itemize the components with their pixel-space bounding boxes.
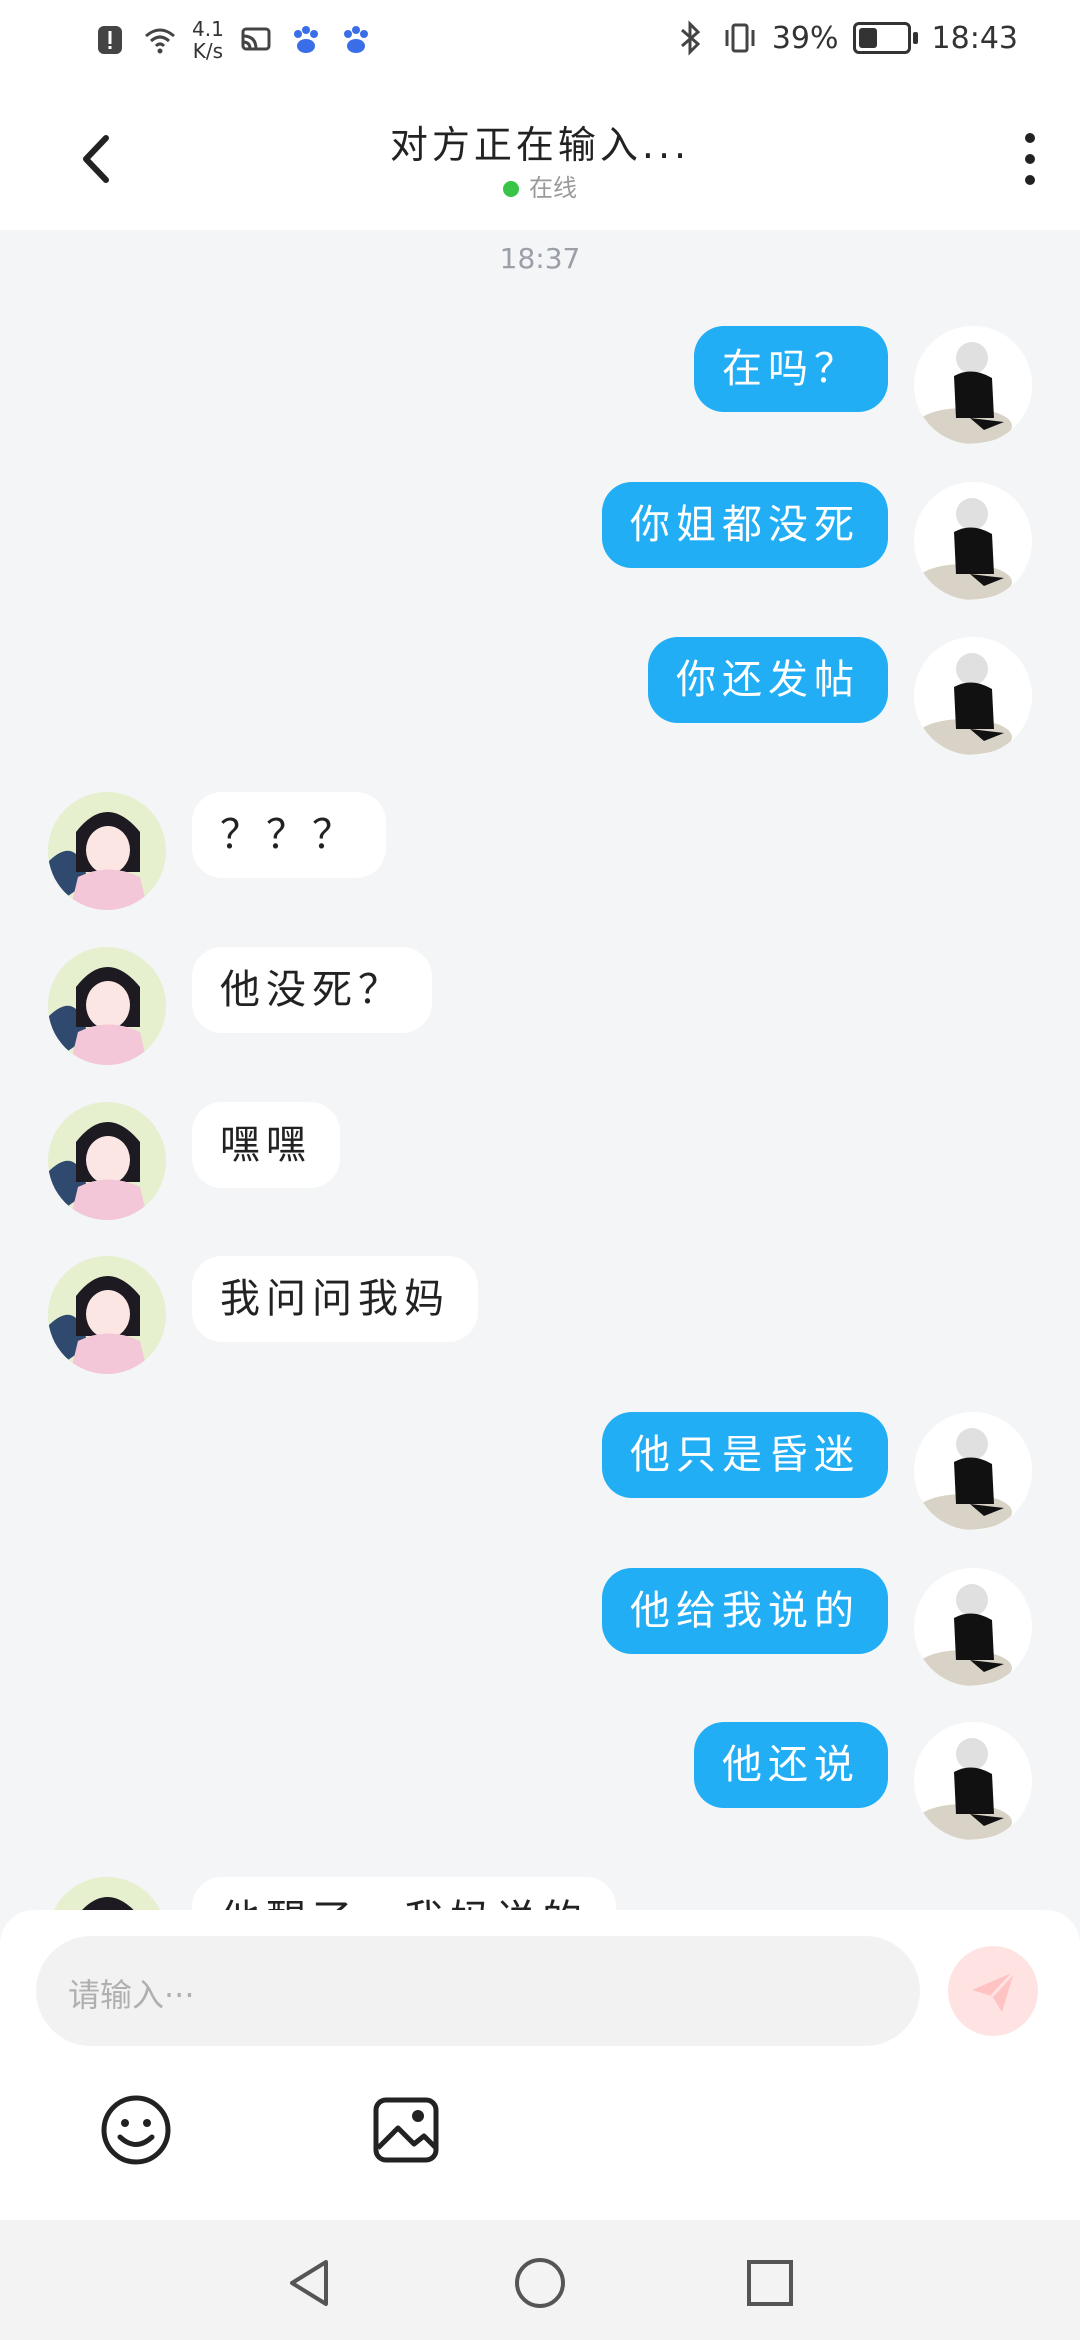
anime-avatar-icon xyxy=(914,482,1032,600)
message-bubble[interactable]: 他没死？ xyxy=(192,947,432,1033)
chat-area[interactable]: 18:37 在吗？ 你姐都没死 你还发帖 ？？？ 他没死？ 嘿嘿 我问问我妈 他… xyxy=(0,230,1080,1910)
battery-percent: 39% xyxy=(771,20,839,56)
contact-avatar[interactable] xyxy=(48,1877,166,1910)
message-bubble[interactable]: 他只是昏迷 xyxy=(602,1412,888,1498)
anime-avatar-icon xyxy=(914,1412,1032,1530)
status-bar: 4.1 K/s 39% 18:43 xyxy=(0,0,1080,86)
message-row: 他只是昏迷 xyxy=(0,1412,1080,1536)
input-placeholder: 请输入··· xyxy=(68,1976,195,2014)
contact-avatar[interactable] xyxy=(48,947,166,1065)
anime-avatar-icon xyxy=(914,1568,1032,1686)
image-icon[interactable] xyxy=(366,2090,446,2170)
my-avatar[interactable] xyxy=(914,1722,1032,1840)
message-bubble[interactable]: 在吗？ xyxy=(694,326,888,412)
contact-avatar[interactable] xyxy=(48,792,166,910)
network-speed: 4.1 K/s xyxy=(192,17,224,63)
contact-avatar[interactable] xyxy=(48,1102,166,1220)
my-avatar[interactable] xyxy=(914,482,1032,600)
online-label: 在线 xyxy=(529,174,577,202)
nav-back-icon[interactable] xyxy=(274,2248,344,2318)
contact-avatar[interactable] xyxy=(48,1256,166,1374)
my-avatar[interactable] xyxy=(914,637,1032,755)
message-composer: 请输入··· xyxy=(0,1910,1080,2220)
message-bubble[interactable]: 他还说 xyxy=(694,1722,888,1808)
anime-girl-avatar-icon xyxy=(48,947,166,1065)
anime-girl-avatar-icon xyxy=(48,1256,166,1374)
battery-icon xyxy=(852,22,918,54)
more-options-icon[interactable] xyxy=(1010,124,1050,194)
nav-home-icon[interactable] xyxy=(505,2248,575,2318)
chat-title: 对方正在输入... xyxy=(389,123,691,167)
message-bubble[interactable]: ？？？ xyxy=(192,792,386,878)
wifi-icon xyxy=(145,28,175,54)
message-row: 在吗？ xyxy=(0,326,1080,450)
alert-icon xyxy=(98,26,122,54)
message-input[interactable]: 请输入··· xyxy=(36,1936,920,2046)
vibrate-icon xyxy=(725,23,755,53)
my-avatar[interactable] xyxy=(914,326,1032,444)
anime-girl-avatar-icon xyxy=(48,792,166,910)
status-right: 39% 18:43 xyxy=(672,20,1018,56)
message-bubble[interactable]: 你姐都没死 xyxy=(602,482,888,568)
message-bubble[interactable]: 我问问我妈 xyxy=(192,1256,478,1342)
message-row: 嘿嘿 xyxy=(0,1102,1080,1226)
online-status: 在线 xyxy=(0,168,1080,203)
anime-girl-avatar-icon xyxy=(48,1102,166,1220)
emoji-icon[interactable] xyxy=(96,2090,176,2170)
cast-icon xyxy=(241,27,271,51)
nav-recents-icon[interactable] xyxy=(735,2248,805,2318)
message-bubble[interactable]: 你还发帖 xyxy=(648,637,888,723)
message-row: 他还说 xyxy=(0,1722,1080,1846)
baidu-paw-icon xyxy=(343,26,368,53)
chat-header: 对方正在输入... 在线 xyxy=(0,86,1080,230)
status-left: 4.1 K/s xyxy=(92,18,374,62)
message-timestamp: 18:37 xyxy=(499,242,581,275)
message-row: 你还发帖 xyxy=(0,637,1080,761)
message-row: 他醒了，我妈说的 xyxy=(0,1877,1080,1910)
message-row: 我问问我妈 xyxy=(0,1256,1080,1380)
send-plane-icon xyxy=(972,1970,1016,2012)
message-bubble[interactable]: 他醒了，我妈说的 xyxy=(192,1877,616,1910)
message-row: 你姐都没死 xyxy=(0,482,1080,606)
system-navigation-bar xyxy=(0,2220,1080,2340)
message-row: 他给我说的 xyxy=(0,1568,1080,1692)
message-bubble[interactable]: 他给我说的 xyxy=(602,1568,888,1654)
anime-avatar-icon xyxy=(914,637,1032,755)
anime-girl-avatar-icon xyxy=(48,1877,166,1910)
my-avatar[interactable] xyxy=(914,1412,1032,1530)
anime-avatar-icon xyxy=(914,326,1032,444)
send-button[interactable] xyxy=(948,1946,1038,2036)
baidu-paw-icon xyxy=(293,26,318,53)
my-avatar[interactable] xyxy=(914,1568,1032,1686)
message-row: ？？？ xyxy=(0,792,1080,916)
online-dot xyxy=(503,181,519,197)
message-row: 他没死？ xyxy=(0,947,1080,1071)
anime-avatar-icon xyxy=(914,1722,1032,1840)
bluetooth-icon xyxy=(680,20,701,56)
clock: 18:43 xyxy=(931,20,1018,56)
message-bubble[interactable]: 嘿嘿 xyxy=(192,1102,340,1188)
